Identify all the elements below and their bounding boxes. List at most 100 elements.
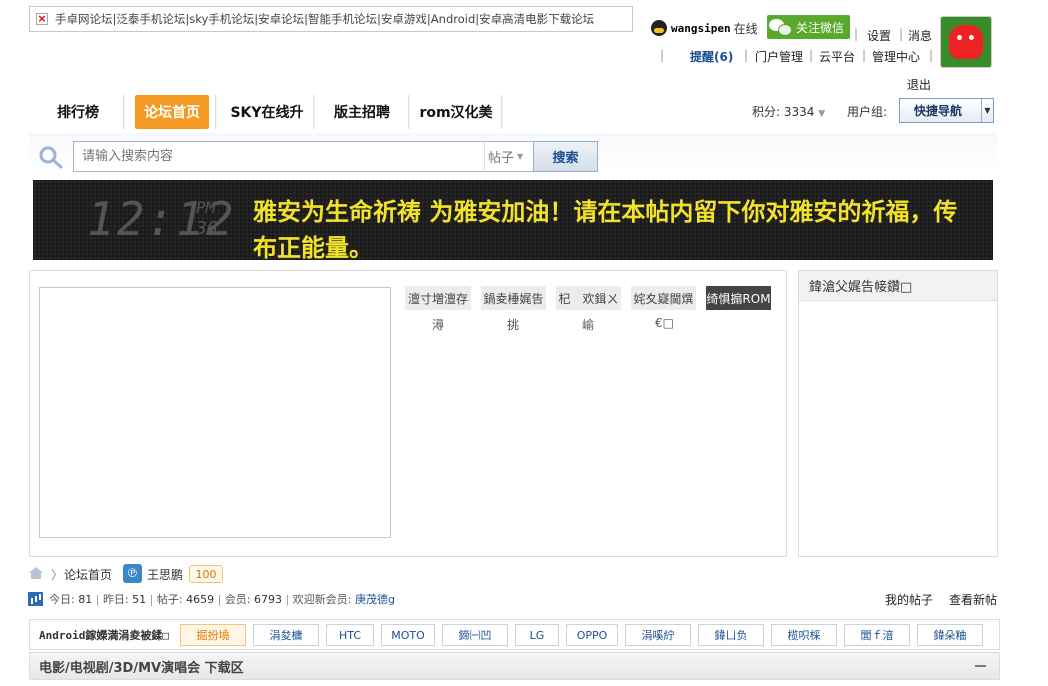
nav-divider — [123, 95, 125, 129]
newest-member-link[interactable]: 庚茂德g — [355, 593, 395, 606]
tab-rom[interactable]: 绮惧搧ROM — [706, 286, 771, 310]
brand-tab-8[interactable]: 鍏ㄩ负 — [698, 624, 764, 646]
divider: | — [929, 48, 934, 62]
divider: | — [95, 593, 100, 606]
brand-tab-lg[interactable]: LG — [515, 624, 559, 646]
messages-link[interactable]: 消息 — [908, 27, 932, 44]
section-title: 电影/电视剧/3D/MV演唱会 下载区 — [39, 660, 244, 676]
divider: | — [285, 593, 290, 606]
brand-tab-10[interactable]: 閭ｆ湆 — [844, 624, 910, 646]
brand-bar-label: Android鎵嬫満涓夌被鍒□ — [39, 629, 169, 642]
stat-yesterday-label: 昨日: — [102, 593, 129, 606]
remind-link[interactable]: 提醒(6) — [690, 48, 733, 65]
nav-rom-localization[interactable]: rom汉化美 — [413, 95, 499, 129]
banner[interactable]: 12:12 PM 36 雅安为生命祈祷 为雅安加油！请在本帖内留下你对雅安的祈福… — [33, 180, 993, 260]
qq-penguin-icon — [651, 20, 667, 36]
search-input[interactable] — [73, 141, 485, 172]
nav-divider — [313, 95, 315, 129]
banner-message: 雅安为生命祈祷 为雅安加油！请在本帖内留下你对雅安的祈福，传布正能量。 — [253, 198, 958, 260]
divider: | — [809, 48, 814, 62]
username-link[interactable]: wangsipen — [671, 22, 731, 35]
home-icon[interactable] — [28, 566, 44, 580]
tab-1[interactable]: 鍋夌棰娓告 — [481, 286, 546, 310]
user-info: wangsipen 在线 — [651, 18, 758, 38]
collapse-icon[interactable] — [975, 660, 987, 672]
brand-tab-9[interactable]: 榄呮棌 — [771, 624, 837, 646]
tab-0-sub: 潯 — [432, 318, 445, 332]
chevron-down-icon: ▼ — [517, 152, 524, 161]
side-panel-title: 鍏滄父娓告帹鑽□ — [799, 271, 997, 301]
follow-wechat-label: 关注微信 — [796, 20, 845, 35]
tab-3[interactable]: 姹夊寲閫熼 — [631, 286, 696, 310]
nav-divider — [408, 95, 410, 129]
avatar[interactable] — [940, 16, 992, 68]
brand-tab-4[interactable]: 鍗㈠凹 — [442, 624, 508, 646]
banner-clock-seconds: 36 — [196, 218, 218, 239]
slideshow-area[interactable] — [39, 287, 391, 538]
stat-yesterday-value: 51 — [132, 593, 147, 606]
logout-link[interactable]: 退出 — [907, 76, 931, 93]
admin-center-link[interactable]: 管理中心 — [872, 48, 920, 65]
side-panel — [798, 270, 998, 557]
points-display[interactable]: 积分: 3334 ▼ — [752, 103, 825, 120]
stat-members-label: 会员: — [224, 593, 251, 606]
follow-wechat-button[interactable]: 关注微信 — [767, 15, 850, 39]
nav-forum-home[interactable]: 论坛首页 — [135, 95, 209, 129]
site-logo-broken-image[interactable]: × 手卓网论坛|泛泰手机论坛|sky手机论坛|安卓论坛|智能手机论坛|安卓游戏|… — [29, 6, 633, 32]
points-value: 3334 — [783, 105, 815, 119]
nav-divider — [215, 95, 217, 129]
tab-2[interactable]: 杞 欢鍓ㄨ — [556, 286, 621, 310]
user-score-badge: 100 — [189, 565, 223, 583]
stat-posts-label: 帖子: — [156, 593, 183, 606]
stat-today-label: 今日: — [49, 593, 75, 606]
forum-stats: 今日: 81 | 昨日: 51 | 帖子: 4659 | 会员: 6793 | … — [49, 591, 395, 607]
section-header[interactable]: 电影/电视剧/3D/MV演唱会 下载区 — [29, 652, 1000, 680]
stat-today-value: 81 — [78, 593, 93, 606]
brand-tab-moto[interactable]: MOTO — [381, 624, 435, 646]
user-group-label: 用户组: — [847, 105, 888, 119]
stat-members-value: 6793 — [254, 593, 283, 606]
new-posts-link[interactable]: 查看新帖 — [949, 591, 997, 608]
my-posts-link[interactable]: 我的帖子 — [885, 591, 933, 608]
stat-posts-value: 4659 — [186, 593, 215, 606]
search-button[interactable]: 搜索 — [533, 141, 598, 172]
user-group-display[interactable]: 用户组: — [847, 103, 887, 120]
divider: | — [149, 593, 154, 606]
tab-2-sub: 崳 — [582, 318, 595, 332]
breadcrumb-forum-home[interactable]: 论坛首页 — [64, 566, 112, 583]
broken-image-icon: × — [36, 12, 48, 25]
divider: | — [217, 593, 222, 606]
portal-admin-link[interactable]: 门户管理 — [755, 48, 803, 65]
divider: | — [854, 27, 859, 41]
quick-nav-button[interactable]: 快捷导航 ▼ — [899, 98, 994, 123]
nav-moderator-recruit[interactable]: 版主招聘 — [322, 95, 402, 129]
breadcrumb-user[interactable]: 王思鹏 — [147, 566, 183, 583]
quick-nav-label: 快捷导航 — [914, 104, 963, 118]
search-icon — [39, 146, 63, 169]
tab-0[interactable]: 澶寸増澶存 — [405, 286, 471, 310]
search-type-value: 帖子 — [488, 151, 515, 166]
tab-3-sub: €□ — [655, 316, 674, 330]
brand-tab-oppo[interactable]: OPPO — [566, 624, 618, 646]
divider: | — [744, 48, 749, 62]
brand-tab-htc[interactable]: HTC — [326, 624, 374, 646]
user-profile-icon[interactable]: ℗ — [123, 564, 142, 583]
stats-chart-icon — [28, 592, 43, 606]
search-type-select[interactable]: 帖子 ▼ — [484, 141, 534, 172]
brand-tab-0[interactable]: 掘扮墝 — [180, 624, 246, 646]
settings-link[interactable]: 设置 — [867, 27, 891, 44]
nav-ranking[interactable]: 排行榜 — [42, 95, 114, 129]
points-label: 积分: — [752, 105, 781, 119]
chevron-down-icon: ▼ — [981, 99, 993, 122]
online-status: 在线 — [733, 21, 758, 36]
divider: | — [862, 48, 867, 62]
brand-tab-1[interactable]: 涓夋槦 — [253, 624, 319, 646]
tab-1-sub: 挑 — [507, 318, 520, 332]
brand-tab-11[interactable]: 鍏朵粬 — [917, 624, 983, 646]
nav-sky-upgrade[interactable]: SKY在线升 — [224, 95, 310, 129]
banner-clock-ampm: PM — [196, 198, 216, 217]
divider: | — [899, 27, 904, 41]
divider: | — [660, 48, 665, 62]
cloud-platform-link[interactable]: 云平台 — [819, 48, 855, 65]
brand-tab-7[interactable]: 涓嗘紵 — [625, 624, 691, 646]
